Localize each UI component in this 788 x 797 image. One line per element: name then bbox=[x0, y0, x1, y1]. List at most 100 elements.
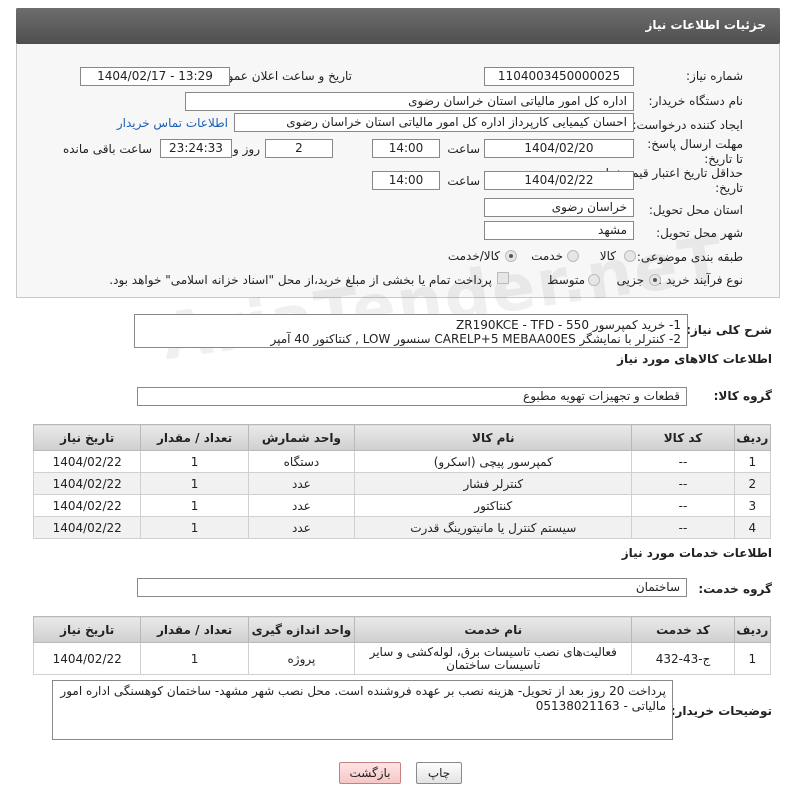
cell-goods-name: سیستم کنترل یا مانیتورینگ قدرت bbox=[354, 516, 633, 539]
services-group-field: ساختمان bbox=[137, 578, 687, 597]
col-row: ردیف bbox=[733, 616, 772, 643]
services-section-title: اطلاعات خدمات مورد نیاز bbox=[621, 546, 772, 560]
services-table-header: تاریخ نیاز تعداد / مقدار واحد اندازه گیر… bbox=[32, 616, 772, 643]
cell-goods-name: کمپرسور پیچی (اسکرو) bbox=[354, 450, 633, 473]
panel-header: جزئیات اطلاعات نیاز bbox=[16, 8, 780, 44]
goods-table: تاریخ نیاز تعداد / مقدار واحد شمارش نام … bbox=[32, 424, 772, 539]
goods-group-label: گروه کالا: bbox=[713, 389, 772, 403]
days-label: روز و bbox=[233, 142, 260, 156]
cell-unit: عدد bbox=[247, 494, 356, 517]
deadline-label: مهلت ارسال پاسخ: تا تاریخ: bbox=[647, 137, 743, 166]
cell-goods-code: -- bbox=[631, 472, 735, 495]
validity-time-label: ساعت bbox=[447, 174, 480, 188]
process-medium-label: متوسط bbox=[547, 273, 585, 287]
table-row: 1404/02/22 1 دستگاه کمپرسور پیچی (اسکرو)… bbox=[32, 450, 772, 473]
treasury-note: پرداخت تمام یا بخشی از مبلغ خرید،از محل … bbox=[109, 273, 492, 287]
cell-row: 1 bbox=[733, 642, 772, 675]
province-label: استان محل تحویل: bbox=[648, 203, 743, 217]
deadline-time-label: ساعت bbox=[447, 142, 480, 156]
cell-quantity: 1 bbox=[140, 516, 249, 539]
cell-need-date: 1404/02/22 bbox=[32, 516, 142, 539]
category-service-radio[interactable] bbox=[567, 250, 579, 262]
cell-row: 3 bbox=[733, 494, 772, 517]
cell-goods-name: کنترلر فشار bbox=[354, 472, 633, 495]
services-group-label: گروه خدمت: bbox=[698, 582, 772, 596]
page-title: جزئیات اطلاعات نیاز bbox=[645, 18, 766, 32]
col-service-name: نام خدمت bbox=[354, 616, 633, 643]
cell-row: 4 bbox=[733, 516, 772, 539]
table-row: 1404/02/22 1 پروژه فعالیت‌های نصب تاسیسا… bbox=[32, 642, 772, 675]
remaining-time-field: 23:24:33 bbox=[160, 139, 232, 158]
validity-time-field: 14:00 bbox=[372, 171, 440, 190]
remaining-label: ساعت باقی مانده bbox=[62, 142, 152, 156]
cell-goods-name: کنتاکتور bbox=[354, 494, 633, 517]
deadline-time-field: 14:00 bbox=[372, 139, 440, 158]
treasury-checkbox[interactable] bbox=[497, 272, 509, 284]
back-button[interactable]: بازگشت bbox=[339, 762, 401, 784]
buyer-contact-link[interactable]: اطلاعات تماس خریدار bbox=[117, 116, 228, 130]
category-service-label: خدمت bbox=[531, 249, 563, 263]
city-label: شهر محل تحویل: bbox=[656, 226, 743, 240]
goods-table-header: تاریخ نیاز تعداد / مقدار واحد شمارش نام … bbox=[32, 424, 772, 451]
summary-textarea: 1- خرید کمپرسور ZR190KCE - TFD - 550 2- … bbox=[134, 314, 688, 348]
cell-quantity: 1 bbox=[140, 494, 249, 517]
cell-goods-code: -- bbox=[631, 516, 735, 539]
cell-need-date: 1404/02/22 bbox=[32, 450, 142, 473]
cell-row: 1 bbox=[733, 450, 772, 473]
services-table: تاریخ نیاز تعداد / مقدار واحد اندازه گیر… bbox=[32, 616, 772, 675]
cell-quantity: 1 bbox=[140, 450, 249, 473]
category-goods-service-radio[interactable] bbox=[505, 250, 517, 262]
category-goods-radio[interactable] bbox=[624, 250, 636, 262]
col-goods-name: نام کالا bbox=[354, 424, 633, 451]
table-row: 1404/02/22 1 عدد سیستم کنترل یا مانیتوری… bbox=[32, 516, 772, 539]
col-service-code: کد خدمت bbox=[631, 616, 735, 643]
summary-label: شرح کلی نیاز: bbox=[686, 323, 772, 337]
city-field: مشهد bbox=[484, 221, 634, 240]
deadline-date-field: 1404/02/20 bbox=[484, 139, 634, 158]
buyer-org-field: اداره کل امور مالیاتی استان خراسان رضوی bbox=[185, 92, 634, 111]
buyer-org-label: نام دستگاه خریدار: bbox=[648, 94, 744, 108]
requester-label: ایجاد کننده درخواست: bbox=[632, 118, 743, 132]
col-quantity: تعداد / مقدار bbox=[140, 424, 249, 451]
goods-section-title: اطلاعات کالاهای مورد نیاز bbox=[617, 352, 772, 366]
process-medium-radio[interactable] bbox=[588, 274, 600, 286]
process-label: نوع فرآیند خرید : bbox=[658, 273, 743, 287]
province-field: خراسان رضوی bbox=[484, 198, 634, 217]
cell-service-code: ج-43-432 bbox=[631, 642, 735, 675]
category-goods-service-label: کالا/خدمت bbox=[447, 249, 500, 263]
table-row: 1404/02/22 1 عدد کنترلر فشار -- 2 bbox=[32, 472, 772, 495]
cell-need-date: 1404/02/22 bbox=[32, 472, 142, 495]
cell-quantity: 1 bbox=[140, 642, 249, 675]
category-goods-label: کالا bbox=[599, 249, 616, 263]
category-label: طبقه بندی موضوعی: bbox=[636, 250, 743, 264]
cell-unit: دستگاه bbox=[247, 450, 356, 473]
cell-need-date: 1404/02/22 bbox=[32, 494, 142, 517]
table-row: 1404/02/22 1 عدد کنتاکتور -- 3 bbox=[32, 494, 772, 517]
buyer-notes-textarea: پرداخت 20 روز بعد از تحویل- هزینه نصب بر… bbox=[52, 680, 673, 740]
print-button[interactable]: چاپ bbox=[416, 762, 462, 784]
cell-unit: عدد bbox=[247, 516, 356, 539]
need-number-label: شماره نیاز: bbox=[686, 69, 743, 83]
validity-date-field: 1404/02/22 bbox=[484, 171, 634, 190]
summary-line-1: 1- خرید کمپرسور ZR190KCE - TFD - 550 bbox=[456, 318, 681, 332]
cell-goods-code: -- bbox=[631, 450, 735, 473]
deadline-days-field: 2 bbox=[265, 139, 333, 158]
goods-group-field: قطعات و تجهیزات تهویه مطبوع bbox=[137, 387, 687, 406]
col-need-date: تاریخ نیاز bbox=[32, 424, 142, 451]
cell-quantity: 1 bbox=[140, 472, 249, 495]
buyer-notes-label: توضیحات خریدار: bbox=[670, 704, 772, 718]
col-unit: واحد شمارش bbox=[247, 424, 356, 451]
requester-field: احسان کیمیایی کارپرداز اداره کل امور مال… bbox=[234, 113, 634, 132]
cell-measure-unit: پروژه bbox=[247, 642, 356, 675]
process-minor-radio[interactable] bbox=[649, 274, 661, 286]
col-measure-unit: واحد اندازه گیری bbox=[247, 616, 356, 643]
cell-need-date: 1404/02/22 bbox=[32, 642, 142, 675]
need-number-field: 1104003450000025 bbox=[484, 67, 634, 86]
col-quantity: تعداد / مقدار bbox=[140, 616, 249, 643]
col-row: ردیف bbox=[733, 424, 772, 451]
cell-service-name: فعالیت‌های نصب تاسیسات برق، لوله‌کشی و س… bbox=[354, 642, 633, 675]
col-goods-code: کد کالا bbox=[631, 424, 735, 451]
cell-unit: عدد bbox=[247, 472, 356, 495]
announce-field: 1404/02/17 - 13:29 bbox=[80, 67, 230, 86]
cell-row: 2 bbox=[733, 472, 772, 495]
